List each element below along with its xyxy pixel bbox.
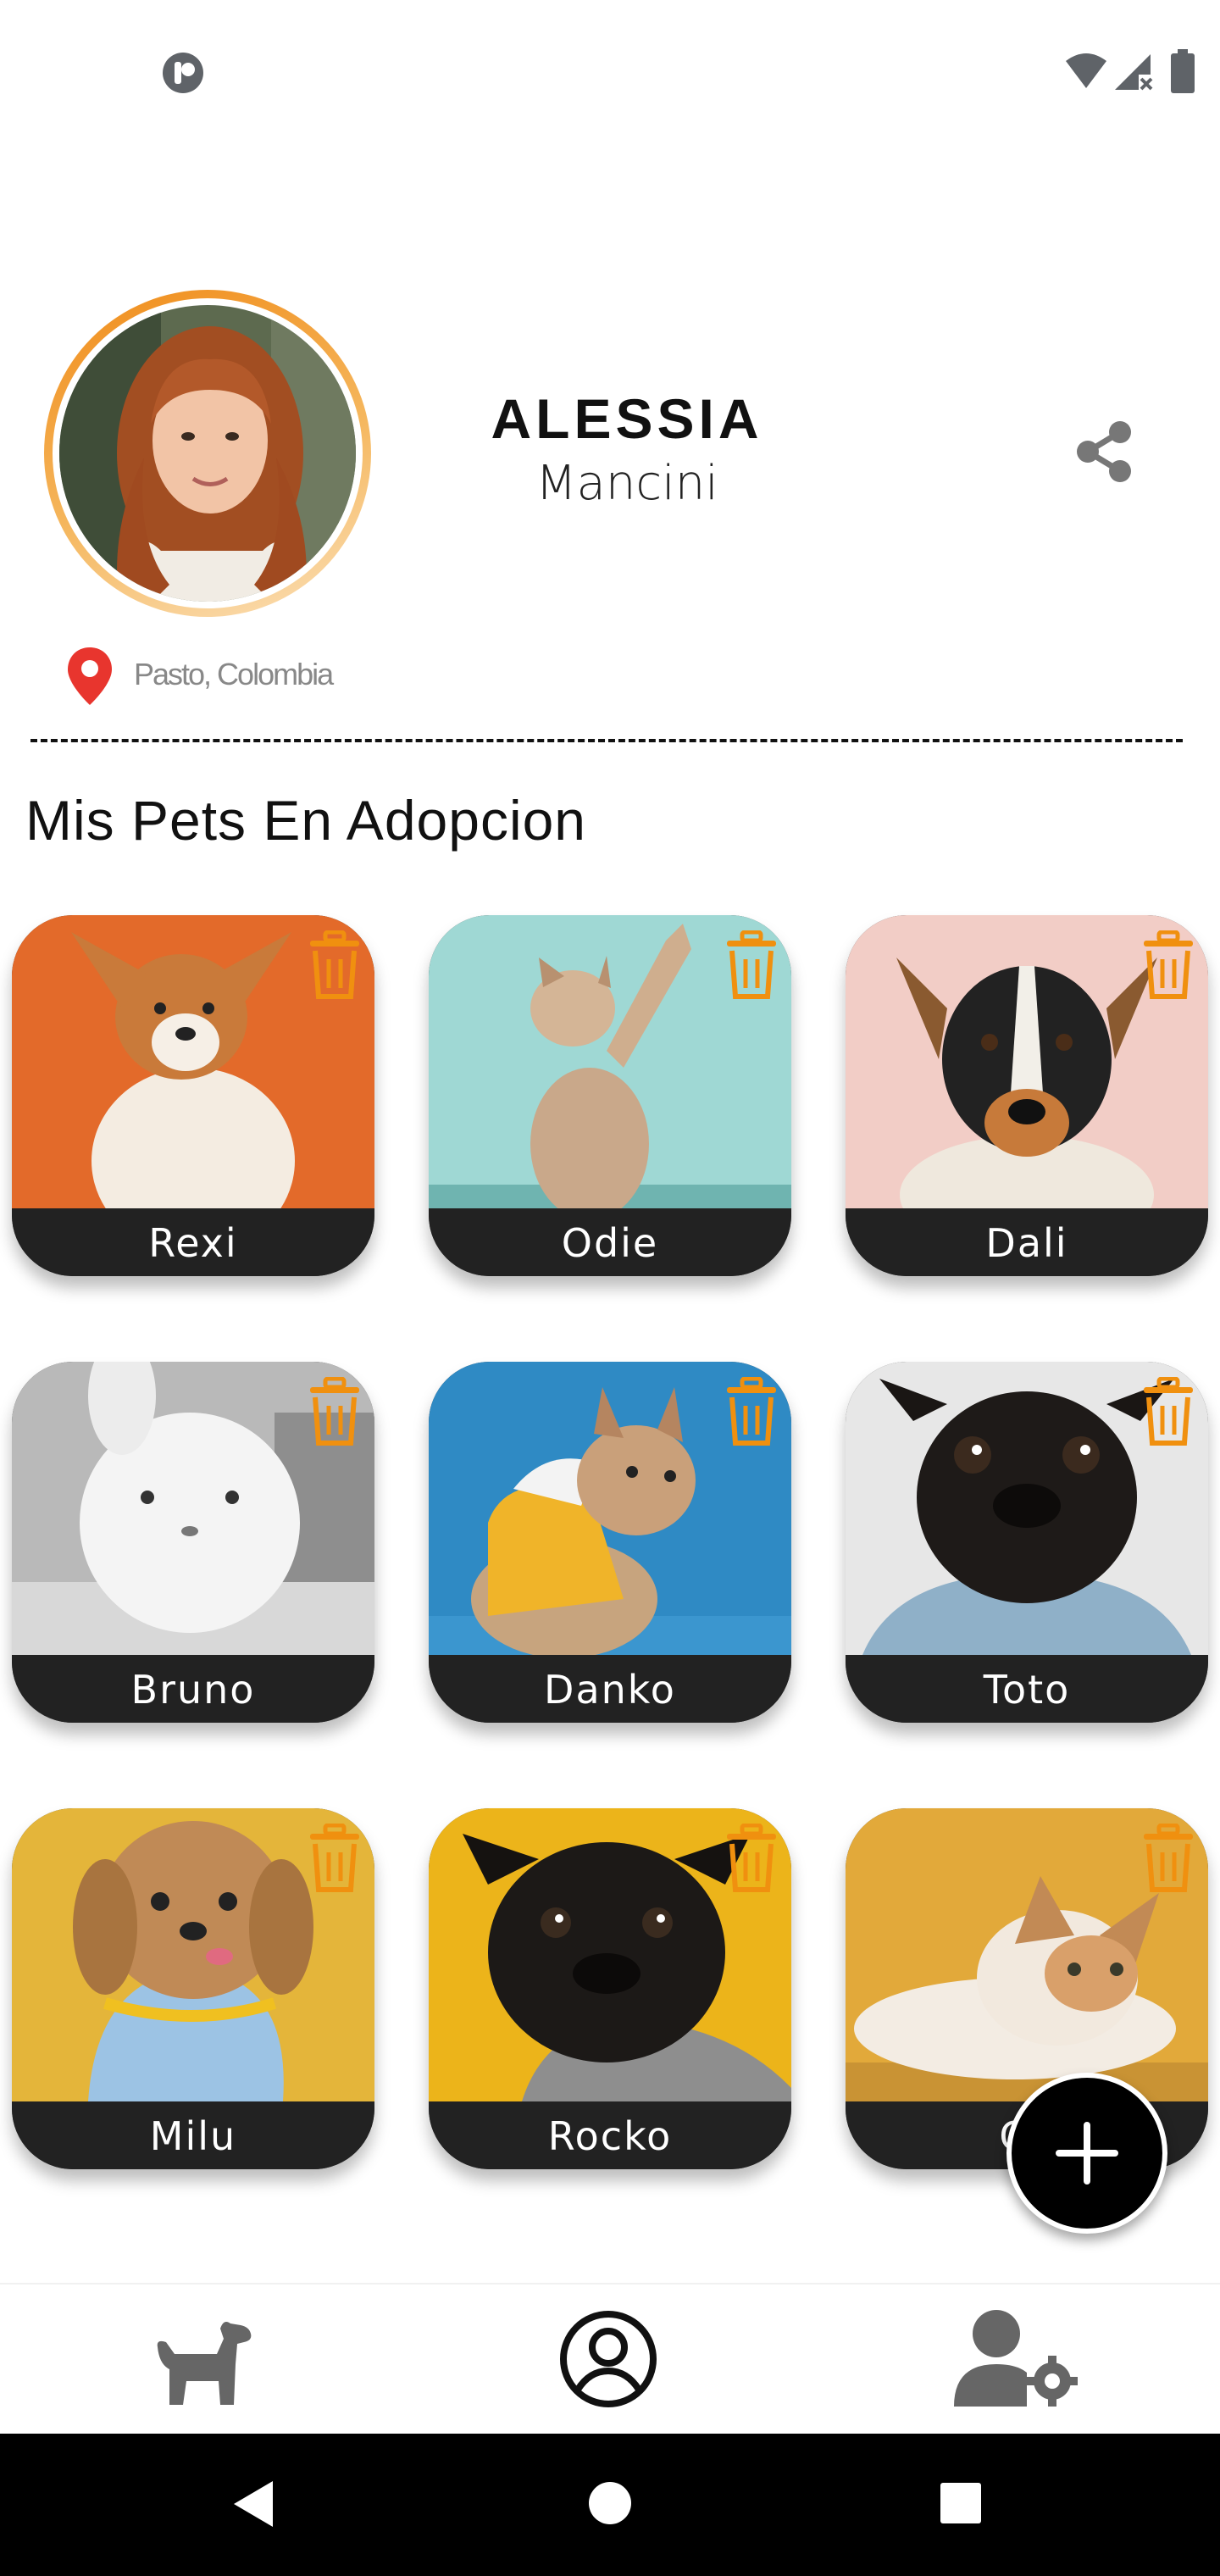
trash-icon[interactable]	[724, 1824, 779, 1893]
battery-icon	[1171, 49, 1195, 93]
user-gear-icon[interactable]	[952, 2308, 1081, 2410]
pet-name: Odie	[429, 1208, 791, 1276]
recent-apps-icon[interactable]	[939, 2481, 983, 2525]
wifi-icon	[1066, 53, 1106, 88]
pet-name: Toto	[846, 1655, 1208, 1723]
profile-first-name: ALESSIA	[491, 387, 763, 450]
trash-icon[interactable]	[1140, 930, 1196, 1000]
signal-icon	[1115, 54, 1153, 91]
trash-icon[interactable]	[307, 930, 363, 1000]
pet-card-toto[interactable]: Toto	[846, 1362, 1208, 1723]
pet-card-rexi[interactable]: Rexi	[12, 915, 374, 1276]
user-circle-icon[interactable]	[559, 2310, 657, 2408]
back-icon[interactable]	[229, 2478, 280, 2530]
trash-icon[interactable]	[1140, 1824, 1196, 1893]
share-icon[interactable]	[1074, 420, 1134, 483]
pet-card-odie[interactable]: Odie	[429, 915, 791, 1276]
avatar-photo	[59, 305, 356, 602]
app-notification-icon	[163, 53, 203, 93]
pet-card-dali[interactable]: Dali	[846, 915, 1208, 1276]
pet-card-milu[interactable]: Milu	[12, 1808, 374, 2169]
pet-name: Milu	[12, 2101, 374, 2169]
pet-name: Rexi	[12, 1208, 374, 1276]
trash-icon[interactable]	[1140, 1377, 1196, 1446]
pet-card-danko[interactable]: Danko	[429, 1362, 791, 1723]
dog-icon[interactable]	[149, 2313, 256, 2408]
avatar[interactable]	[44, 290, 371, 617]
home-icon[interactable]	[586, 2479, 634, 2527]
add-pet-button[interactable]	[1006, 2073, 1167, 2234]
trash-icon[interactable]	[724, 930, 779, 1000]
pet-name: Dali	[846, 1208, 1208, 1276]
trash-icon[interactable]	[307, 1824, 363, 1893]
section-title: Mis Pets En Adopcion	[25, 789, 587, 852]
divider	[30, 739, 1183, 742]
pet-name: Danko	[429, 1655, 791, 1723]
pet-name: Bruno	[12, 1655, 374, 1723]
location-text: Pasto, Colombia	[134, 657, 334, 691]
profile-last-name: Mancini	[535, 456, 718, 511]
trash-icon[interactable]	[307, 1377, 363, 1446]
pet-name: Rocko	[429, 2101, 791, 2169]
pet-card-bruno[interactable]: Bruno	[12, 1362, 374, 1723]
trash-icon[interactable]	[724, 1377, 779, 1446]
location-pin-icon	[68, 647, 112, 705]
plus-icon	[1056, 2122, 1118, 2185]
pet-card-rocko[interactable]: Rocko	[429, 1808, 791, 2169]
